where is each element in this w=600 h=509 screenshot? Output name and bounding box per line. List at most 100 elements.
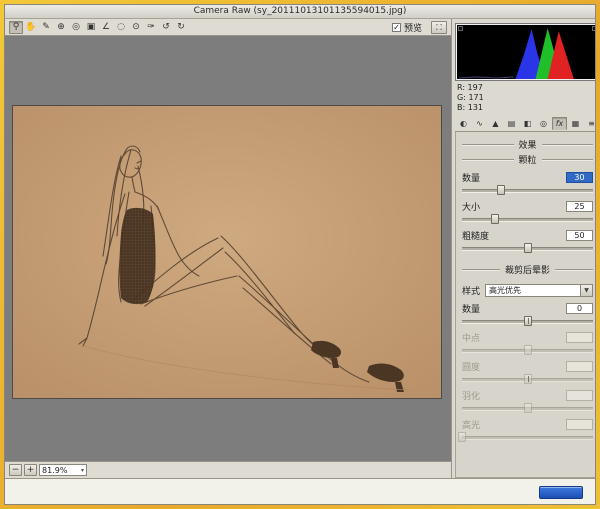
grain-roughness-slider[interactable] — [462, 243, 593, 253]
toolbar: ⚲ ✋ ✎ ⊕ ◎ ▣ ∠ ◌ ⊙ ✑ ↺ ↻ ✓ 预览 — [5, 19, 451, 36]
rotate-left-tool-icon[interactable]: ↺ — [159, 21, 173, 34]
crop-tool-icon[interactable]: ▣ — [84, 21, 98, 34]
slider-thumb[interactable] — [491, 214, 499, 224]
left-pane: ⚲ ✋ ✎ ⊕ ◎ ▣ ∠ ◌ ⊙ ✑ ↺ ↻ ✓ 预览 — [5, 19, 451, 478]
grain-section-title: 颗粒 — [519, 153, 537, 166]
tab-detail[interactable]: ▲ — [488, 117, 503, 130]
vignette-midpoint-row: 中点 — [462, 331, 593, 355]
slider-thumb[interactable] — [524, 316, 532, 326]
grain-size-row: 大小 25 — [462, 200, 593, 224]
straighten-tool-icon[interactable]: ∠ — [99, 21, 113, 34]
white-balance-tool-icon[interactable]: ✎ — [39, 21, 53, 34]
grain-amount-row: 数量 30 — [462, 171, 593, 195]
tab-effects[interactable]: fx — [552, 117, 567, 130]
zoom-level-value: 81.9% — [42, 466, 67, 475]
vignette-midpoint-label: 中点 — [462, 331, 480, 344]
tab-camera-calibration[interactable]: ▦ — [568, 117, 583, 130]
tab-presets[interactable]: ≡ — [584, 117, 596, 130]
slider-thumb[interactable] — [524, 243, 532, 253]
vignette-feather-label: 羽化 — [462, 389, 480, 402]
color-sampler-tool-icon[interactable]: ⊕ — [54, 21, 68, 34]
chevron-down-icon: ▼ — [580, 285, 592, 296]
vignette-roundness-slider — [462, 374, 593, 384]
camera-raw-dialog: Camera Raw (sy_20111013101135594015.jpg)… — [4, 4, 596, 505]
adjustments-panel: R: 197 G: 171 B: 131 ◐ ∿ ▲ ▤ ◧ ◎ fx ▦ ≡ — [451, 19, 596, 478]
vignette-amount-value[interactable]: 0 — [566, 303, 593, 314]
zoom-in-button[interactable]: + — [24, 464, 37, 476]
grain-size-value[interactable]: 25 — [566, 201, 593, 212]
preview-checkbox-group: ✓ 预览 — [392, 21, 422, 34]
rgb-readout-g: G: 171 — [457, 93, 596, 103]
vignette-midpoint-value — [566, 332, 593, 343]
rotate-right-tool-icon[interactable]: ↻ — [174, 21, 188, 34]
slider-thumb — [524, 403, 532, 413]
targeted-adjustment-tool-icon[interactable]: ◎ — [69, 21, 83, 34]
tab-basic[interactable]: ◐ — [456, 117, 471, 130]
grain-roughness-label: 粗糙度 — [462, 229, 489, 242]
spot-removal-tool-icon[interactable]: ◌ — [114, 21, 128, 34]
panel-tabstrip: ◐ ∿ ▲ ▤ ◧ ◎ fx ▦ ≡ — [455, 116, 596, 132]
done-button[interactable] — [539, 486, 583, 499]
rgb-readout-b: B: 131 — [457, 103, 596, 113]
effects-panel-title: 效果 — [519, 138, 537, 151]
sketch-image — [13, 106, 441, 398]
vignette-midpoint-slider — [462, 345, 593, 355]
grain-amount-label: 数量 — [462, 171, 480, 184]
tab-hsl[interactable]: ▤ — [504, 117, 519, 130]
vignette-roundness-value — [566, 361, 593, 372]
slider-thumb[interactable] — [497, 185, 505, 195]
vignette-highlights-row: 高光 — [462, 418, 593, 442]
vignette-amount-row: 数量 0 — [462, 302, 593, 326]
grain-size-slider[interactable] — [462, 214, 593, 224]
vignette-feather-value — [566, 390, 593, 401]
vignette-style-select[interactable]: 高光优先 ▼ — [485, 284, 593, 297]
vignette-highlights-value — [566, 419, 593, 430]
highlight-clipping-indicator[interactable] — [592, 26, 596, 31]
fullscreen-toggle-button[interactable]: ⛶ — [431, 21, 447, 34]
tab-lens-corrections[interactable]: ◎ — [536, 117, 551, 130]
vignette-amount-slider[interactable] — [462, 316, 593, 326]
chevron-down-icon: ▾ — [81, 467, 84, 474]
rgb-readout: R: 197 G: 171 B: 131 — [457, 83, 596, 113]
window-title: Camera Raw (sy_20111013101135594015.jpg) — [5, 5, 595, 19]
image-canvas — [5, 36, 451, 461]
preview-checkbox[interactable]: ✓ — [392, 23, 401, 32]
grain-size-label: 大小 — [462, 200, 480, 213]
zoom-tool-icon[interactable]: ⚲ — [9, 21, 23, 34]
zoom-level-select[interactable]: 81.9% ▾ — [39, 464, 87, 476]
tab-tone-curve[interactable]: ∿ — [472, 117, 487, 130]
grain-amount-slider[interactable] — [462, 185, 593, 195]
grain-roughness-value[interactable]: 50 — [566, 230, 593, 241]
zoom-out-button[interactable]: − — [9, 464, 22, 476]
adjustment-brush-tool-icon[interactable]: ✑ — [144, 21, 158, 34]
effects-panel-header: 效果 — [462, 138, 593, 151]
screenshot-frame: Camera Raw (sy_20111013101135594015.jpg)… — [0, 0, 600, 509]
slider-thumb — [524, 374, 532, 384]
tab-split-toning[interactable]: ◧ — [520, 117, 535, 130]
slider-thumb — [458, 432, 466, 442]
vignette-feather-row: 羽化 — [462, 389, 593, 413]
vignette-roundness-label: 圆度 — [462, 360, 480, 373]
vignette-amount-label: 数量 — [462, 302, 480, 315]
histogram — [456, 24, 596, 80]
vignette-style-row: 样式 高光优先 ▼ — [462, 283, 593, 297]
grain-amount-value[interactable]: 30 — [566, 172, 593, 183]
vignette-style-label: 样式 — [462, 284, 480, 297]
grain-section-header: 颗粒 — [462, 153, 593, 166]
slider-thumb — [524, 345, 532, 355]
vignette-section-title: 裁剪后晕影 — [505, 263, 550, 276]
hand-tool-icon[interactable]: ✋ — [24, 21, 38, 34]
effects-panel: 效果 颗粒 数量 30 — [455, 132, 596, 478]
photo-preview[interactable] — [13, 106, 441, 398]
vignette-highlights-slider — [462, 432, 593, 442]
vignette-section-header: 裁剪后晕影 — [462, 263, 593, 276]
vignette-highlights-label: 高光 — [462, 418, 480, 431]
vignette-style-value: 高光优先 — [486, 285, 580, 296]
grain-roughness-row: 粗糙度 50 — [462, 229, 593, 253]
dialog-footer — [5, 478, 595, 504]
vignette-feather-slider — [462, 403, 593, 413]
statusbar: − + 81.9% ▾ — [5, 461, 451, 478]
shadow-clipping-indicator[interactable] — [458, 26, 463, 31]
rgb-readout-r: R: 197 — [457, 83, 596, 93]
red-eye-tool-icon[interactable]: ⊙ — [129, 21, 143, 34]
